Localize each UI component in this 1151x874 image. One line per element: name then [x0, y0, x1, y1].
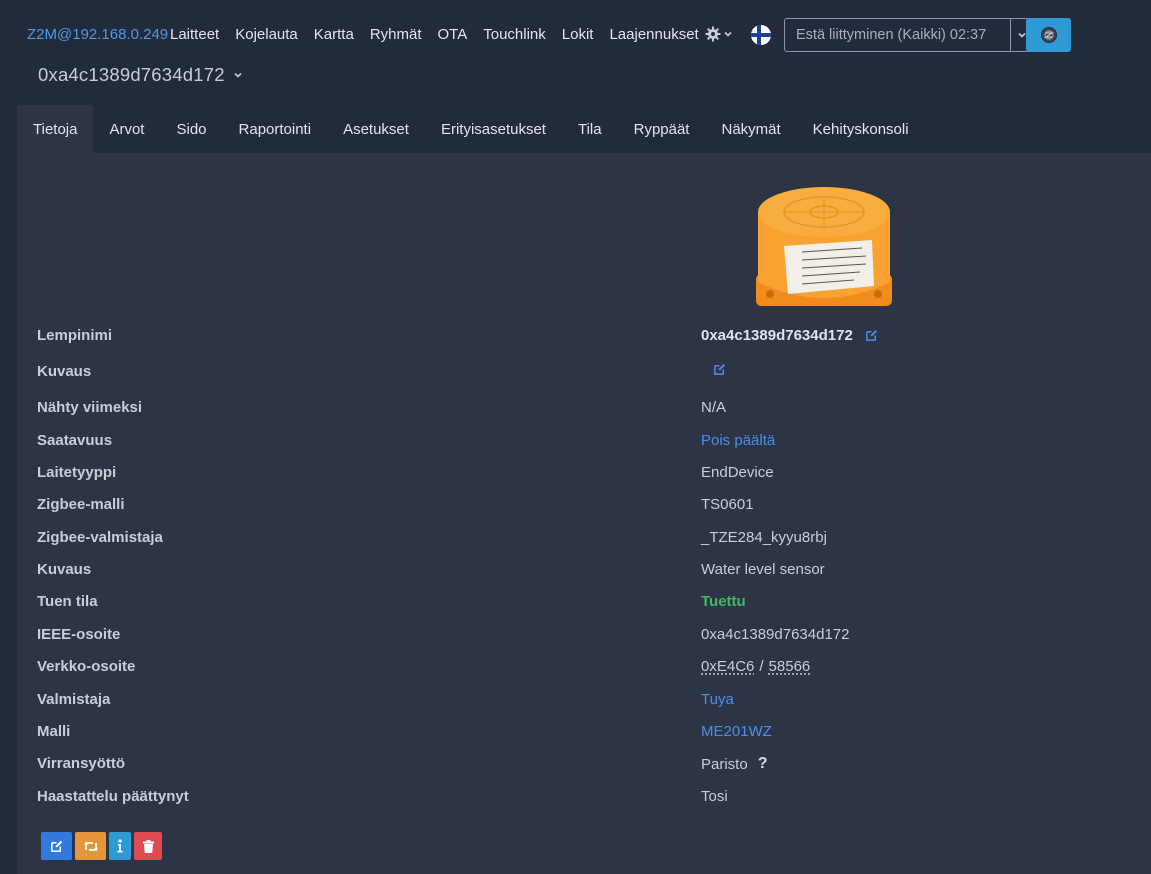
- row-network-address: Verkko-osoite 0xE4C6 / 58566: [17, 658, 1151, 688]
- network-address-value: 0xE4C6 / 58566: [701, 658, 810, 675]
- description-label: Kuvaus: [37, 363, 92, 380]
- permit-join-group: Estä liittyminen (Kaikki) 02:37: [784, 18, 1034, 52]
- row-interview-completed: Haastattelu päättynyt Tosi: [17, 788, 1151, 818]
- support-status-label: Tuen tila: [37, 593, 98, 610]
- device-tabs: Tietoja Arvot Sido Raportointi Asetukset…: [17, 105, 1151, 153]
- tab-dev-console[interactable]: Kehityskonsoli: [797, 105, 925, 153]
- device-actions: [41, 832, 165, 860]
- power-source-value: Paristo: [701, 755, 748, 773]
- remove-button[interactable]: [134, 832, 162, 860]
- power-source-value-wrap: Paristo ?: [701, 755, 767, 773]
- trash-icon: [142, 839, 154, 853]
- device-type-label: Laitetyyppi: [37, 464, 117, 481]
- tab-exposes[interactable]: Arvot: [93, 105, 160, 153]
- row-device-type: Laitetyyppi EndDevice: [17, 464, 1151, 494]
- tab-about[interactable]: Tietoja: [17, 105, 94, 153]
- row-model: Malli ME201WZ: [17, 723, 1151, 753]
- last-seen-value: N/A: [701, 399, 727, 416]
- definition-description-label: Kuvaus: [37, 561, 92, 578]
- tab-settings[interactable]: Asetukset: [327, 105, 425, 153]
- zigbee-manufacturer-label: Zigbee-valmistaja: [37, 529, 163, 546]
- zigbee-manufacturer-value: _TZE284_kyyu8rbj: [701, 529, 827, 546]
- nav-link-groups[interactable]: Ryhmät: [370, 26, 422, 43]
- power-source-label: Virransyöttö: [37, 755, 126, 772]
- network-address-separator: /: [759, 658, 764, 675]
- top-navbar: Z2M@192.168.0.249 Laitteet Kojelauta Kar…: [0, 0, 1151, 85]
- availability-value[interactable]: Pois päältä: [701, 432, 775, 449]
- info-icon: [117, 839, 123, 853]
- row-description: Kuvaus: [17, 363, 1151, 393]
- tab-scenes[interactable]: Näkymät: [705, 105, 796, 153]
- brand-link[interactable]: Z2M@192.168.0.249: [27, 26, 168, 43]
- model-label: Malli: [37, 723, 71, 740]
- row-support-status: Tuen tila Tuettu: [17, 593, 1151, 623]
- nav-link-devices[interactable]: Laitteet: [170, 26, 219, 43]
- help-icon[interactable]: ?: [758, 755, 768, 773]
- friendly-name-value: 0xa4c1389d7634d172: [701, 327, 853, 344]
- edit-icon[interactable]: [865, 329, 878, 342]
- row-power-source: Virransyöttö Paristo ?: [17, 755, 1151, 785]
- chevron-down-icon: [234, 72, 242, 78]
- retweet-icon: [83, 841, 98, 851]
- nav-link-ota[interactable]: OTA: [438, 26, 468, 43]
- row-zigbee-manufacturer: Zigbee-valmistaja _TZE284_kyyu8rbj: [17, 529, 1151, 559]
- nav-link-dashboard[interactable]: Kojelauta: [235, 26, 298, 43]
- nav-link-map[interactable]: Kartta: [314, 26, 354, 43]
- edit-icon: [51, 840, 63, 852]
- nav-links: Laitteet Kojelauta Kartta Ryhmät OTA Tou…: [170, 26, 715, 43]
- tab-bind[interactable]: Sido: [160, 105, 222, 153]
- rename-button[interactable]: [41, 832, 72, 860]
- device-type-value: EndDevice: [701, 464, 774, 481]
- reconfigure-button[interactable]: [75, 832, 106, 860]
- tab-clusters[interactable]: Ryppäät: [618, 105, 706, 153]
- interview-completed-value: Tosi: [701, 788, 728, 805]
- description-value-wrap: [701, 363, 726, 376]
- interview-completed-label: Haastattelu päättynyt: [37, 788, 189, 805]
- friendly-name-label: Lempinimi: [37, 327, 113, 344]
- edit-icon[interactable]: [713, 363, 726, 376]
- friendly-name-value-wrap: 0xa4c1389d7634d172: [701, 327, 878, 344]
- device-image: [756, 187, 892, 306]
- manufacturer-link[interactable]: Tuya: [701, 691, 734, 708]
- permit-join-button[interactable]: Estä liittyminen (Kaikki) 02:37: [784, 18, 1011, 52]
- zigbee-status-button[interactable]: [1026, 18, 1071, 52]
- finnish-flag-icon[interactable]: [751, 25, 771, 45]
- availability-label: Saatavuus: [37, 432, 113, 449]
- tab-specific-settings[interactable]: Erityisasetukset: [425, 105, 562, 153]
- zigbee-model-value: TS0601: [701, 496, 754, 513]
- network-address-label: Verkko-osoite: [37, 658, 136, 675]
- nav-link-extensions[interactable]: Laajennukset: [609, 26, 698, 43]
- tab-reporting[interactable]: Raportointi: [223, 105, 328, 153]
- model-link[interactable]: ME201WZ: [701, 723, 772, 740]
- zigbee-logo-icon: [1040, 27, 1057, 43]
- support-status-value: Tuettu: [701, 593, 746, 610]
- row-ieee-address: IEEE-osoite 0xa4c1389d7634d172: [17, 626, 1151, 656]
- row-zigbee-model: Zigbee-malli TS0601: [17, 496, 1151, 526]
- last-seen-label: Nähty viimeksi: [37, 399, 143, 416]
- row-definition-description: Kuvaus Water level sensor: [17, 561, 1151, 591]
- manufacturer-label: Valmistaja: [37, 691, 111, 708]
- settings-dropdown[interactable]: [705, 26, 733, 42]
- row-last-seen: Nähty viimeksi N/A: [17, 399, 1151, 429]
- ieee-address-label: IEEE-osoite: [37, 626, 121, 643]
- device-title: 0xa4c1389d7634d172: [38, 64, 225, 85]
- nav-link-touchlink[interactable]: Touchlink: [483, 26, 546, 43]
- row-availability: Saatavuus Pois päältä: [17, 432, 1151, 462]
- network-address-hex: 0xE4C6: [701, 658, 755, 675]
- definition-description-value: Water level sensor: [701, 561, 825, 578]
- device-info-card: Lempinimi 0xa4c1389d7634d172 Kuvaus Näht…: [17, 153, 1151, 874]
- device-selector[interactable]: 0xa4c1389d7634d172: [38, 64, 243, 86]
- zigbee-model-label: Zigbee-malli: [37, 496, 125, 513]
- gear-icon: [705, 26, 721, 42]
- nav-link-logs[interactable]: Lokit: [562, 26, 594, 43]
- chevron-down-icon: [724, 31, 732, 37]
- network-address-dec: 58566: [768, 658, 811, 675]
- row-manufacturer: Valmistaja Tuya: [17, 691, 1151, 721]
- interview-button[interactable]: [109, 832, 131, 860]
- row-friendly-name: Lempinimi 0xa4c1389d7634d172: [17, 327, 1151, 357]
- ieee-address-value: 0xa4c1389d7634d172: [701, 626, 850, 643]
- tab-state[interactable]: Tila: [562, 105, 618, 153]
